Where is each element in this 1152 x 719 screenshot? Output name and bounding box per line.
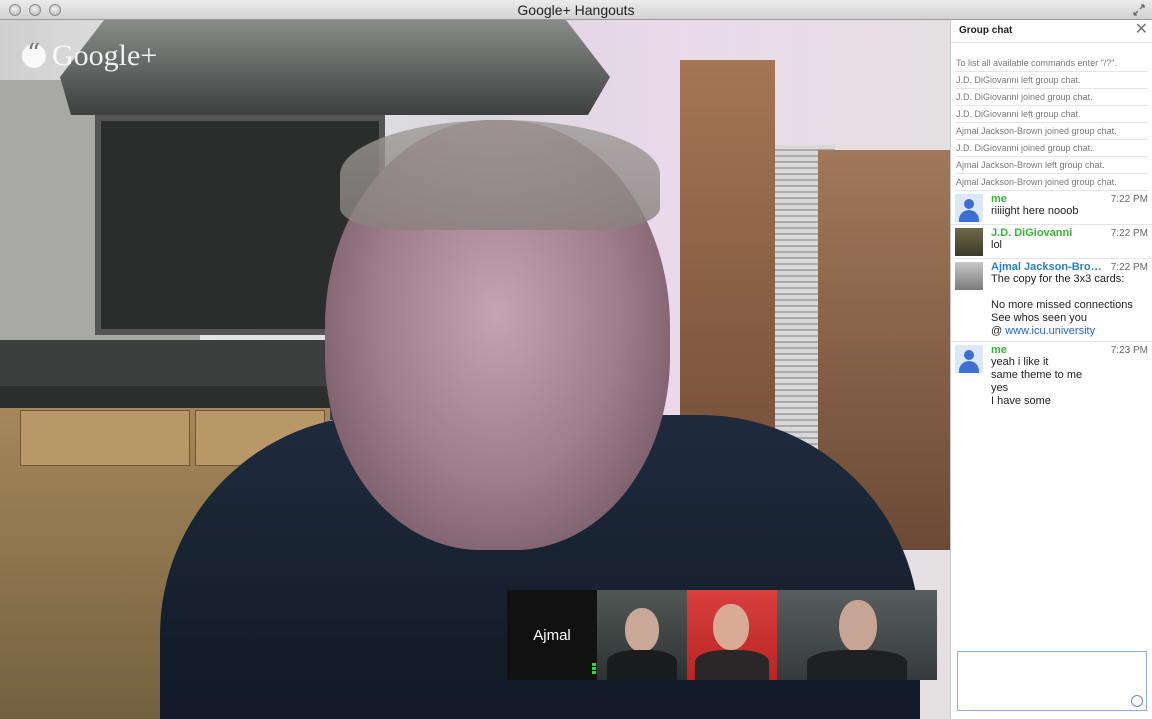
message-sender: Ajmal Jackson-Bro… <box>991 261 1102 273</box>
participant-tile-ajmal[interactable]: Ajmal <box>507 590 597 680</box>
participant-face <box>713 604 749 650</box>
system-message: J.D. DiGiovanni left group chat. <box>955 106 1148 123</box>
mic-level-icon <box>592 663 596 675</box>
close-icon[interactable]: ✕ <box>1135 22 1148 38</box>
participant-tile[interactable] <box>687 590 777 680</box>
video-countertop <box>0 386 340 408</box>
message-text: same theme to me <box>991 369 1083 381</box>
chat-message: me 7:23 PM yeah i like it same theme to … <box>951 342 1152 411</box>
message-text: I have some <box>991 395 1051 407</box>
message-link[interactable]: www.icu.university <box>1005 325 1095 337</box>
avatar <box>955 262 983 290</box>
group-chat-panel: Group chat ✕ To list all available comma… <box>950 20 1152 719</box>
chat-message: me 7:22 PM riiiight here nooob <box>951 191 1152 225</box>
link-prefix: @ <box>991 325 1006 337</box>
message-sender: me <box>991 344 1007 356</box>
resize-icon[interactable] <box>1132 3 1146 17</box>
participant-tile[interactable] <box>597 590 687 680</box>
system-message: Ajmal Jackson-Brown joined group chat. <box>955 123 1148 140</box>
chat-message: J.D. DiGiovanni 7:22 PM lol <box>951 225 1152 259</box>
avatar-icon <box>955 345 983 373</box>
participant-face <box>839 600 877 652</box>
message-time: 7:22 PM <box>1110 194 1148 205</box>
message-text: The copy for the 3x3 cards: <box>991 273 1125 285</box>
brand-text: Google+ <box>52 39 158 72</box>
message-text: yeah i like it <box>991 356 1049 368</box>
message-time: 7:22 PM <box>1110 228 1148 239</box>
chat-header: Group chat ✕ <box>951 20 1152 43</box>
system-message: J.D. DiGiovanni joined group chat. <box>955 89 1148 106</box>
system-message: J.D. DiGiovanni joined group chat. <box>955 140 1148 157</box>
window-titlebar: Google+ Hangouts <box>0 0 1152 20</box>
system-message: To list all available commands enter "/?… <box>955 55 1148 72</box>
message-sender: me <box>991 193 1007 205</box>
window-title: Google+ Hangouts <box>517 2 635 18</box>
message-sender: J.D. DiGiovanni <box>991 227 1073 239</box>
participant-face <box>625 608 659 652</box>
avatar <box>955 228 983 256</box>
person-hair <box>340 120 660 230</box>
message-text: riiiight here nooob <box>991 205 1079 217</box>
message-text: No more missed connections <box>991 299 1133 311</box>
google-plus-icon <box>22 39 46 69</box>
chat-input[interactable] <box>957 651 1147 711</box>
message-text: See whos seen you <box>991 312 1088 324</box>
participant-shirt <box>807 650 907 680</box>
system-message-list: To list all available commands enter "/?… <box>955 55 1148 191</box>
chat-message: Ajmal Jackson-Bro… 7:22 PM The copy for … <box>951 259 1152 342</box>
message-time: 7:22 PM <box>1110 262 1148 273</box>
message-link-line: @ www.icu.university <box>991 325 1148 338</box>
participant-shirt <box>695 650 769 680</box>
system-message: Ajmal Jackson-Brown joined group chat. <box>955 174 1148 191</box>
google-plus-logo: Google+ <box>22 36 157 76</box>
participant-shirt <box>607 650 677 680</box>
system-message: Ajmal Jackson-Brown left group chat. <box>955 157 1148 174</box>
video-drawer <box>20 410 190 466</box>
message-text: lol <box>991 239 1003 251</box>
system-message: J.D. DiGiovanni left group chat. <box>955 72 1148 89</box>
participant-tile[interactable] <box>777 590 937 680</box>
message-text: yes <box>991 382 1009 394</box>
message-time: 7:23 PM <box>1110 345 1148 356</box>
participant-filmstrip: Ajmal <box>507 590 937 680</box>
participant-name: Ajmal <box>533 626 571 644</box>
avatar-icon <box>955 194 983 222</box>
smiley-icon[interactable] <box>1131 695 1143 707</box>
chat-title: Group chat <box>959 25 1013 36</box>
